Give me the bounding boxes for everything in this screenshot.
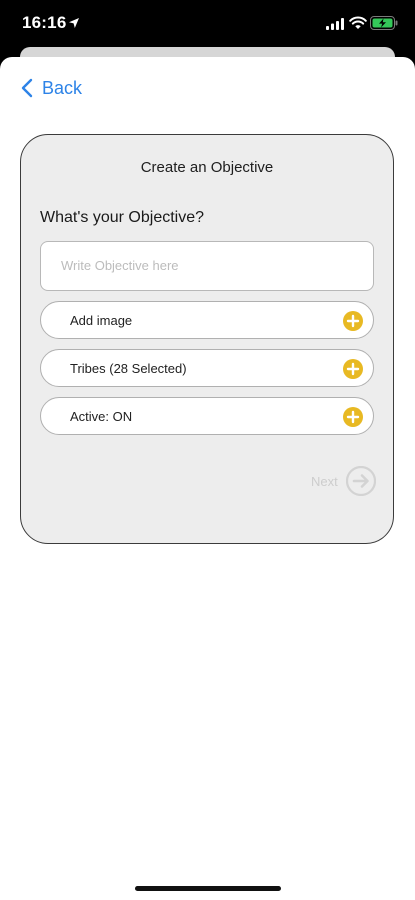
active-row[interactable]: Active: ON [40, 397, 374, 435]
tribes-row[interactable]: Tribes (28 Selected) [40, 349, 374, 387]
battery-charging-icon [370, 16, 398, 30]
location-arrow-icon [69, 18, 79, 28]
home-indicator [135, 886, 281, 891]
chevron-left-icon [21, 78, 33, 98]
objective-question: What's your Objective? [40, 209, 205, 226]
plus-circle-icon[interactable] [343, 407, 363, 427]
card-title: Create an Objective [140, 159, 274, 176]
plus-circle-icon[interactable] [343, 359, 363, 379]
next-button[interactable]: Next [311, 465, 376, 497]
arrow-right-circle-icon [345, 466, 376, 496]
next-label: Next [311, 473, 338, 489]
active-label: Active: ON [70, 409, 133, 424]
add-image-label: Add image [70, 313, 133, 328]
tribes-label: Tribes (28 Selected) [70, 361, 187, 376]
objective-card: Create an Objective What's your Objectiv… [20, 134, 394, 544]
add-image-row[interactable]: Add image [40, 301, 374, 339]
plus-circle-icon[interactable] [343, 311, 363, 331]
status-bar: 16:16 [0, 0, 415, 48]
signal-icon [326, 18, 344, 30]
back-button[interactable]: Back [20, 74, 82, 102]
objective-input[interactable]: Write Objective here [40, 241, 374, 291]
status-time: 16:16 [22, 13, 67, 32]
back-label: Back [42, 77, 83, 98]
wifi-icon [349, 16, 367, 29]
